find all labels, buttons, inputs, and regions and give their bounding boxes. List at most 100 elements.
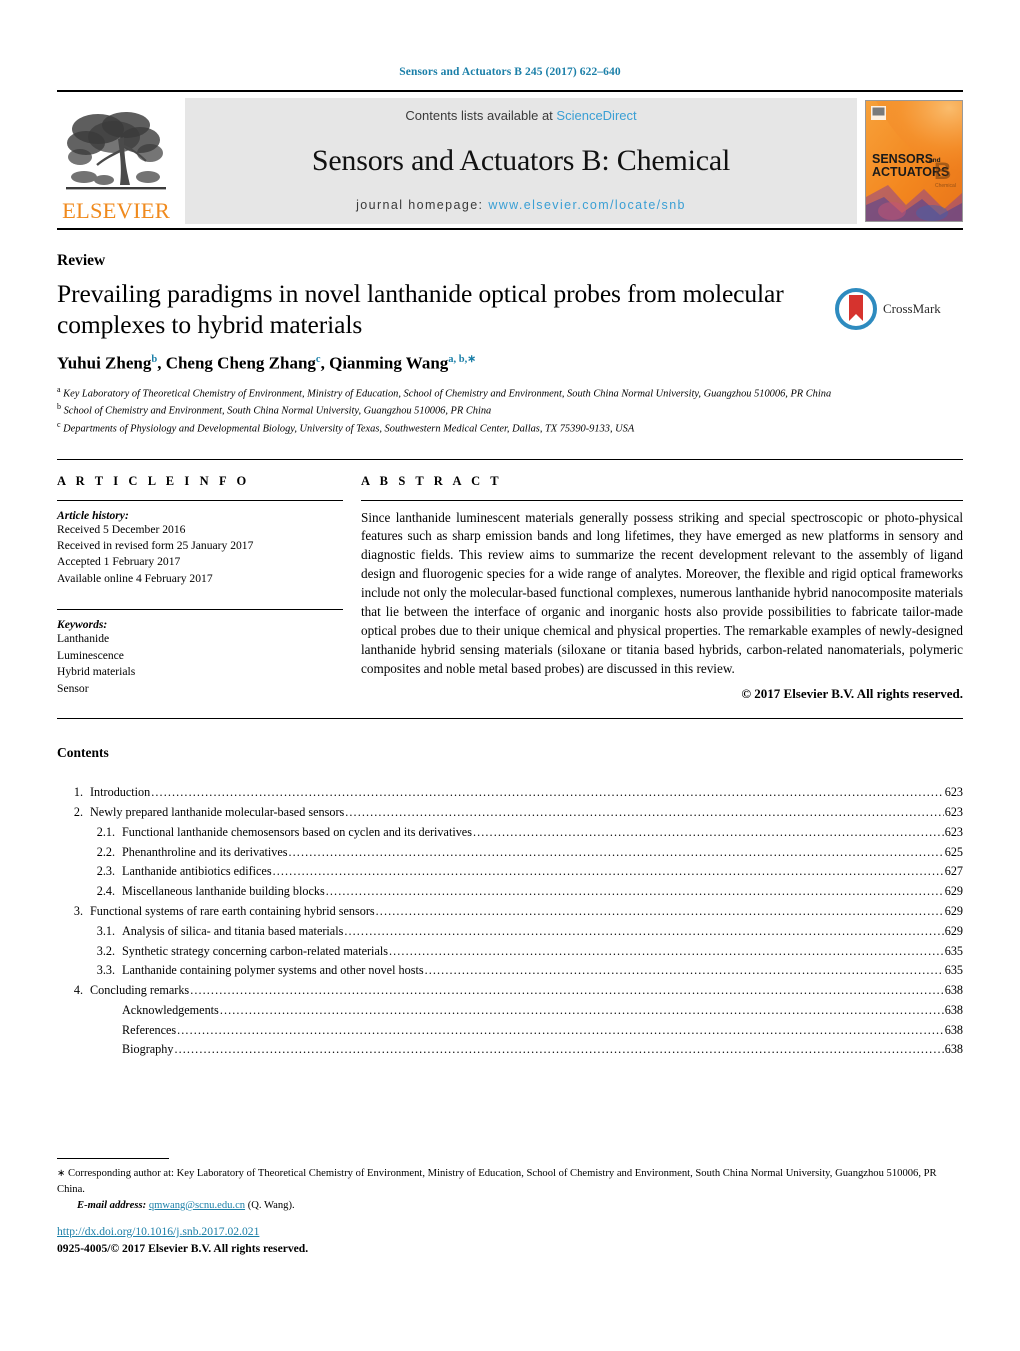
toc-entry-label: Lanthanide antibiotics edifices (122, 864, 272, 879)
toc-leader-dots: ........................................… (375, 903, 944, 918)
toc-entry[interactable]: 3.2. Synthetic strategy concerning carbon… (57, 942, 963, 962)
elsevier-tree-icon (64, 107, 168, 199)
affiliation-a: a Key Laboratory of Theoretical Chemistr… (57, 384, 963, 402)
article-history-label: Article history: (57, 508, 129, 522)
toc-leader-dots: ........................................… (190, 983, 944, 998)
affiliations: a Key Laboratory of Theoretical Chemistr… (57, 384, 963, 437)
toc-entry-label: Acknowledgements (122, 1002, 219, 1017)
toc-entry-number: 3. (73, 903, 83, 918)
toc-entry[interactable]: References..............................… (57, 1021, 963, 1041)
doi-link[interactable]: http://dx.doi.org/10.1016/j.snb.2017.02.… (57, 1225, 259, 1238)
homepage-url-link[interactable]: www.elsevier.com/locate/snb (488, 198, 686, 212)
toc-leader-dots: ........................................… (345, 805, 943, 820)
toc-leader-dots: ........................................… (344, 923, 943, 938)
journal-masthead: ELSEVIER Contents lists available at Sci… (57, 90, 963, 230)
toc-entry-label: Analysis of silica- and titania based ma… (122, 923, 344, 938)
toc-leader-dots: ........................................… (472, 824, 944, 839)
crossmark-label: CrossMark (883, 301, 941, 316)
abstract-text: Since lanthanide luminescent materials g… (361, 509, 963, 676)
toc-entry-number: 2.4. (96, 884, 115, 899)
author-list: Yuhui Zhengb, Cheng Cheng Zhangc, Qianmi… (57, 353, 477, 373)
history-online: Available online 4 February 2017 (57, 571, 213, 585)
elsevier-logo: ELSEVIER (57, 98, 175, 224)
abstract-divider (361, 499, 963, 501)
footer-divider (57, 1158, 169, 1160)
affiliation-c-text: Departments of Physiology and Developmen… (63, 423, 635, 435)
toc-leader-dots: ........................................… (424, 963, 944, 978)
author-1-name: Yuhui Zheng (57, 353, 152, 373)
abstract-column: A B S T R A C T Since lanthanide lumines… (361, 474, 963, 703)
crossmark-badge[interactable]: CrossMark (835, 288, 963, 330)
contents-heading: Contents (57, 745, 109, 761)
toc-entry-page: 635 (944, 943, 963, 958)
svg-text:Chemical: Chemical (935, 183, 956, 189)
toc-entry-number: 4. (73, 983, 83, 998)
keyword-item: Sensor (57, 681, 89, 695)
history-accepted: Accepted 1 February 2017 (57, 555, 181, 569)
journal-band: Contents lists available at ScienceDirec… (185, 98, 857, 224)
affiliation-b: b School of Chemistry and Environment, S… (57, 401, 963, 419)
toc-entry-label: Newly prepared lanthanide molecular-base… (90, 805, 345, 820)
email-label: E-mail address: (77, 1200, 147, 1211)
toc-entry-page: 635 (944, 963, 963, 978)
toc-entry[interactable]: 2.1. Functional lanthanide chemosensors b… (57, 823, 963, 843)
article-info-column: A R T I C L E I N F O Article history: R… (57, 474, 361, 703)
toc-entry-page: 627 (944, 864, 963, 879)
toc-entry-label: Functional systems of rare earth contain… (90, 903, 375, 918)
crossmark-icon (835, 288, 877, 330)
toc-entry-label: Introduction (90, 785, 151, 800)
toc-leader-dots: ........................................… (388, 943, 944, 958)
toc-leader-dots: ........................................… (325, 884, 944, 899)
running-head: Sensors and Actuators B 245 (2017) 622–6… (399, 66, 621, 78)
toc-entry-number: 2. (73, 805, 83, 820)
toc-leader-dots: ........................................… (174, 1042, 943, 1057)
toc-entry-page: 638 (944, 1022, 963, 1037)
affiliation-b-text: School of Chemistry and Environment, Sou… (63, 405, 492, 417)
corresponding-author-text: Corresponding author at: Key Laboratory … (57, 1168, 937, 1196)
toc-entry[interactable]: 1. Introduction..........................… (57, 783, 963, 803)
toc-entry[interactable]: 3.3. Lanthanide containing polymer system… (57, 961, 963, 981)
corresponding-author-note: ∗ Corresponding author at: Key Laborator… (57, 1166, 963, 1198)
contents-prefix: Contents lists available at (405, 108, 553, 123)
keyword-item: Luminescence (57, 648, 124, 662)
email-suffix: (Q. Wang). (247, 1200, 295, 1211)
toc-entry[interactable]: 3.1. Analysis of silica- and titania base… (57, 922, 963, 942)
toc-entry[interactable]: Biography...............................… (57, 1040, 963, 1060)
toc-entry-number: 2.2. (96, 844, 115, 859)
toc-entry-label: Synthetic strategy concerning carbon-rel… (122, 943, 388, 958)
toc-entry-number: 2.3. (96, 864, 115, 879)
sciencedirect-link[interactable]: ScienceDirect (556, 108, 636, 123)
toc-entry[interactable]: 4. Concluding remarks....................… (57, 981, 963, 1001)
toc-entry-label: Lanthanide containing polymer systems an… (122, 963, 424, 978)
toc-entry-number: 2.1. (96, 824, 115, 839)
toc-entry[interactable]: Acknowledgements........................… (57, 1001, 963, 1021)
journal-cover-thumbnail: SENSORS and ACTUATORS B Chemical (865, 100, 963, 222)
title-row: Prevailing paradigms in novel lanthanide… (57, 270, 963, 374)
keywords-block: Keywords: Lanthanide Luminescence Hybrid… (57, 609, 343, 697)
keyword-item: Lanthanide (57, 632, 110, 646)
toc-leader-dots: ........................................… (177, 1022, 944, 1037)
email-link[interactable]: qmwang@scnu.edu.cn (149, 1200, 245, 1211)
page-title: Prevailing paradigms in novel lanthanide… (57, 279, 784, 340)
keywords-label: Keywords: (57, 618, 108, 632)
toc-entry-label: Biography (122, 1042, 174, 1057)
author-3-marks: a, b,∗ (448, 354, 477, 366)
toc-entry[interactable]: 2.4. Miscellaneous lanthanide building bl… (57, 882, 963, 902)
toc-entry-page: 629 (944, 903, 963, 918)
toc-entry-page: 638 (944, 1042, 963, 1057)
toc-entry[interactable]: 2.2. Phenanthroline and its derivatives..… (57, 843, 963, 863)
affiliation-b-mark: b (57, 402, 61, 412)
toc-entry[interactable]: 2. Newly prepared lanthanide molecular-ba… (57, 803, 963, 823)
history-revised: Received in revised form 25 January 2017 (57, 538, 254, 552)
toc-entry[interactable]: 2.3. Lanthanide antibiotics edifices.....… (57, 862, 963, 882)
page-footer: ∗ Corresponding author at: Key Laborator… (57, 1158, 963, 1255)
svg-text:SENSORS: SENSORS (872, 152, 933, 166)
toc-entry-number: 3.1. (96, 923, 115, 938)
author-3-name: Qianming Wang (329, 353, 449, 373)
author-1-marks: b (151, 354, 158, 366)
toc-leader-dots: ........................................… (219, 1002, 944, 1017)
history-received: Received 5 December 2016 (57, 522, 186, 536)
toc-entry-page: 638 (944, 1002, 963, 1017)
toc-entry-page: 623 (944, 824, 963, 839)
toc-entry[interactable]: 3. Functional systems of rare earth conta… (57, 902, 963, 922)
